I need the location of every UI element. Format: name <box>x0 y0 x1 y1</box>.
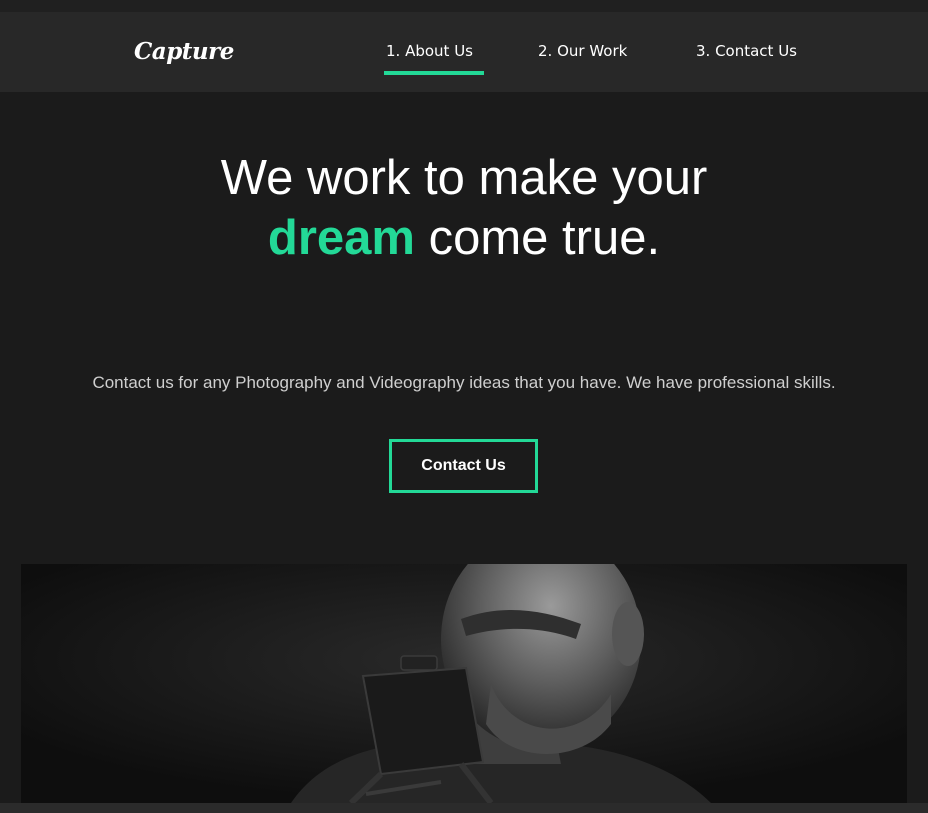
navbar: Capture 1. About Us 2. Our Work 3. Conta… <box>0 12 928 92</box>
page: Capture 1. About Us 2. Our Work 3. Conta… <box>0 0 928 813</box>
hero-title-start: We work to make your <box>220 151 708 205</box>
hero-title: We work to make your dream come true. <box>164 148 764 268</box>
bottom-bar <box>0 803 928 813</box>
hero-description: Contact us for any Photography and Video… <box>92 373 836 392</box>
contact-us-button[interactable]: Contact Us <box>389 439 538 493</box>
active-nav-indicator <box>384 71 484 75</box>
window-top-strip <box>0 0 928 12</box>
photographer-illustration <box>21 564 907 803</box>
nav-link-contact-us[interactable]: 3. Contact Us <box>696 42 797 60</box>
hero-title-end: come true. <box>414 211 661 265</box>
logo[interactable]: Capture <box>134 38 234 65</box>
hero-title-accent: dream <box>267 211 415 265</box>
nav-link-about-us[interactable]: 1. About Us <box>386 42 473 60</box>
nav-link-our-work[interactable]: 2. Our Work <box>538 42 627 60</box>
hero-photo <box>21 564 907 803</box>
